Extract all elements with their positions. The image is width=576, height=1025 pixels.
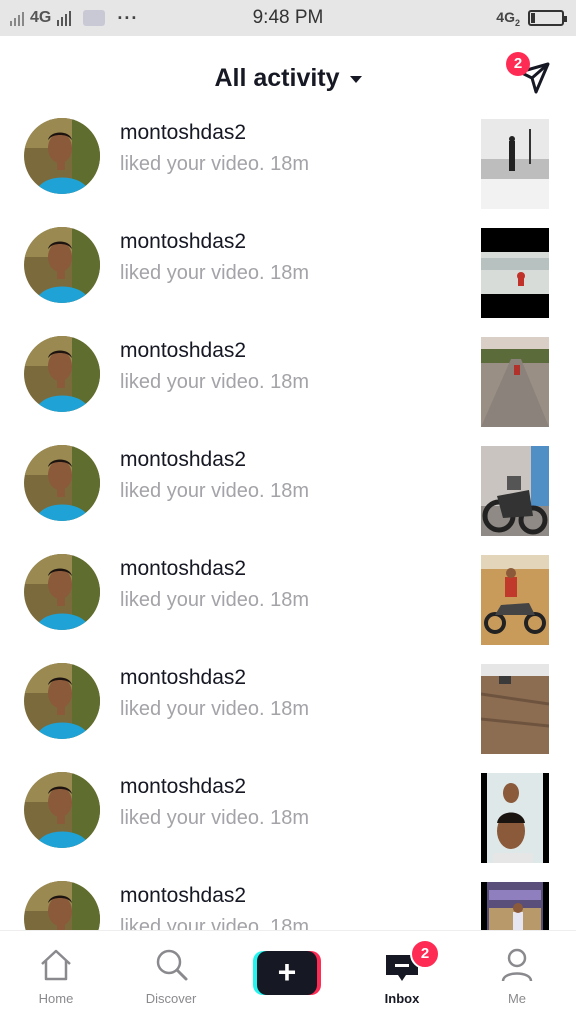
nav-discover[interactable]: Discover bbox=[121, 931, 221, 1025]
activity-username[interactable]: montoshdas2 bbox=[120, 448, 246, 472]
video-thumbnail[interactable] bbox=[481, 664, 549, 754]
activity-text: liked your video. 18m bbox=[120, 916, 309, 930]
activity-item[interactable]: montoshdas2 liked your video. 18m bbox=[0, 549, 576, 658]
avatar[interactable] bbox=[24, 554, 100, 630]
nav-inbox-label: Inbox bbox=[384, 991, 420, 1006]
activity-text: liked your video. 18m bbox=[120, 153, 309, 175]
activity-item[interactable]: montoshdas2 liked your video. 18m bbox=[0, 658, 576, 767]
search-icon bbox=[156, 949, 188, 981]
activity-item[interactable]: montoshdas2 liked your video. 18m bbox=[0, 767, 576, 876]
plus-icon: + bbox=[257, 951, 317, 995]
video-thumbnail[interactable] bbox=[481, 773, 549, 863]
activity-text: liked your video. 18m bbox=[120, 480, 309, 502]
activity-item[interactable]: montoshdas2 liked your video. 18m bbox=[0, 113, 576, 222]
clock: 9:48 PM bbox=[252, 7, 324, 28]
nav-home[interactable]: Home bbox=[6, 931, 106, 1025]
status-bar: 4G ··· 9:48 PM 4G2 bbox=[0, 0, 576, 36]
battery-icon bbox=[528, 10, 567, 26]
activity-text: liked your video. 18m bbox=[120, 589, 309, 611]
video-thumbnail[interactable] bbox=[481, 119, 549, 209]
activity-text: liked your video. 18m bbox=[120, 371, 309, 393]
avatar[interactable] bbox=[24, 336, 100, 412]
avatar[interactable] bbox=[24, 118, 100, 194]
video-thumbnail[interactable] bbox=[481, 882, 549, 930]
dm-badge: 2 bbox=[506, 52, 530, 76]
activity-username[interactable]: montoshdas2 bbox=[120, 557, 246, 581]
home-icon bbox=[41, 949, 71, 981]
activity-item[interactable]: montoshdas2 liked your video. 18m bbox=[0, 440, 576, 549]
video-thumbnail[interactable] bbox=[481, 555, 549, 645]
direct-message-button[interactable]: 2 bbox=[506, 52, 554, 98]
nav-me[interactable]: Me bbox=[467, 931, 567, 1025]
video-thumbnail[interactable] bbox=[481, 228, 549, 318]
page-title: All activity bbox=[214, 64, 340, 92]
activity-username[interactable]: montoshdas2 bbox=[120, 775, 246, 799]
nav-me-label: Me bbox=[507, 991, 527, 1006]
caret-down-icon bbox=[349, 75, 362, 83]
bottom-nav: Home Discover + 2 Inbox Me bbox=[0, 930, 576, 1025]
activity-item[interactable]: montoshdas2 liked your video. 18m bbox=[0, 876, 576, 930]
network-type-right: 4G2 bbox=[496, 8, 520, 28]
activity-item[interactable]: montoshdas2 liked your video. 18m bbox=[0, 222, 576, 331]
video-thumbnail[interactable] bbox=[481, 337, 549, 427]
avatar[interactable] bbox=[24, 663, 100, 739]
activity-list[interactable]: montoshdas2 liked your video. 18m montoshd… bbox=[0, 113, 576, 930]
nav-inbox[interactable]: 2 Inbox bbox=[352, 931, 452, 1025]
inbox-header: All activity 2 bbox=[0, 36, 576, 120]
create-button[interactable]: + bbox=[253, 951, 321, 995]
activity-filter-dropdown[interactable]: All activity bbox=[0, 64, 576, 93]
profile-icon bbox=[501, 948, 533, 982]
avatar[interactable] bbox=[24, 227, 100, 303]
activity-item[interactable]: montoshdas2 liked your video. 18m bbox=[0, 331, 576, 440]
avatar[interactable] bbox=[24, 881, 100, 930]
avatar[interactable] bbox=[24, 772, 100, 848]
activity-username[interactable]: montoshdas2 bbox=[120, 884, 246, 908]
activity-username[interactable]: montoshdas2 bbox=[120, 121, 246, 145]
video-thumbnail[interactable] bbox=[481, 446, 549, 536]
avatar[interactable] bbox=[24, 445, 100, 521]
activity-username[interactable]: montoshdas2 bbox=[120, 666, 246, 690]
activity-username[interactable]: montoshdas2 bbox=[120, 339, 246, 363]
inbox-badge: 2 bbox=[410, 939, 440, 969]
nav-home-label: Home bbox=[38, 991, 74, 1006]
nav-discover-label: Discover bbox=[145, 991, 197, 1006]
activity-text: liked your video. 18m bbox=[120, 698, 309, 720]
activity-text: liked your video. 18m bbox=[120, 262, 309, 284]
activity-username[interactable]: montoshdas2 bbox=[120, 230, 246, 254]
activity-text: liked your video. 18m bbox=[120, 807, 309, 829]
